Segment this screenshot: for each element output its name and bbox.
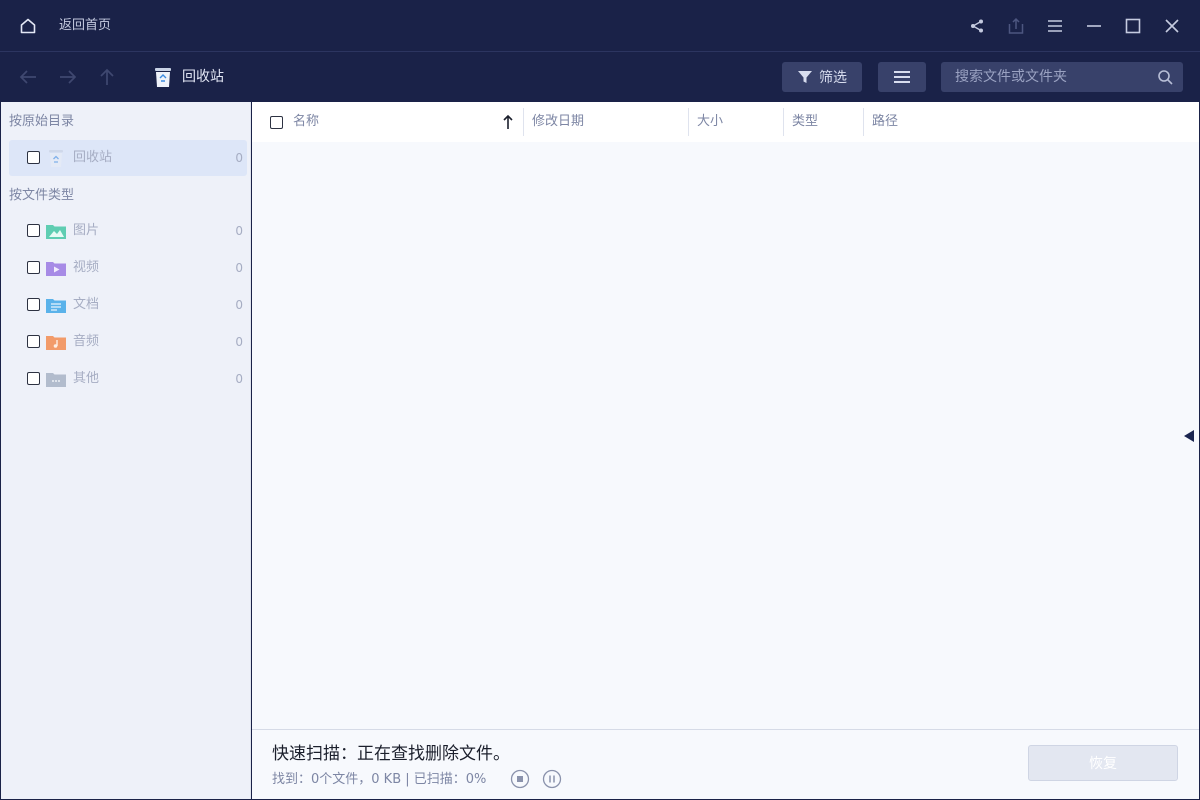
column-divider[interactable] — [783, 108, 784, 136]
checkbox[interactable] — [27, 298, 40, 311]
list-header: 名称 修改日期 大小 类型 路径 — [252, 102, 1199, 142]
document-folder-icon — [46, 295, 66, 315]
recover-button[interactable]: 恢复 — [1028, 745, 1178, 781]
list-view-icon — [893, 70, 911, 84]
navigation-bar: 回收站 筛选 — [0, 53, 1200, 102]
item-count: 0 — [235, 259, 243, 277]
item-count: 0 — [235, 149, 243, 167]
maximize-icon[interactable] — [1121, 14, 1145, 38]
export-icon[interactable] — [1004, 14, 1028, 38]
checkbox[interactable] — [27, 224, 40, 237]
sidebar-item-videos[interactable]: 视频 0 — [9, 250, 247, 286]
breadcrumb: 回收站 — [182, 68, 224, 86]
column-header-path[interactable]: 路径 — [872, 113, 898, 131]
column-header-type[interactable]: 类型 — [792, 113, 818, 131]
checkbox[interactable] — [27, 151, 40, 164]
sort-ascending-icon[interactable] — [502, 114, 514, 130]
select-all-checkbox[interactable] — [270, 116, 283, 129]
scan-status-title: 快速扫描：正在查找删除文件。 — [272, 743, 510, 765]
back-arrow-icon[interactable] — [16, 65, 40, 89]
column-divider[interactable] — [863, 108, 864, 136]
sidebar-item-others[interactable]: 其他 0 — [9, 361, 247, 397]
search-box — [941, 62, 1183, 92]
item-count: 0 — [235, 370, 243, 388]
stop-icon[interactable] — [510, 769, 530, 789]
sidebar-item-audio[interactable]: 音频 0 — [9, 324, 247, 360]
sidebar-item-label: 图片 — [73, 222, 99, 240]
sidebar-item-label: 视频 — [73, 259, 99, 277]
filter-icon — [797, 69, 813, 85]
image-folder-icon — [46, 221, 66, 241]
sidebar-item-documents[interactable]: 文档 0 — [9, 287, 247, 323]
sidebar-item-recycle-bin[interactable]: 回收站 0 — [9, 140, 247, 176]
file-list: 名称 修改日期 大小 类型 路径 — [252, 102, 1199, 729]
search-input[interactable] — [941, 62, 1151, 92]
column-header-date-modified[interactable]: 修改日期 — [532, 113, 584, 131]
sidebar-item-label: 回收站 — [73, 149, 112, 167]
checkbox[interactable] — [27, 372, 40, 385]
sidebar-item-label: 音频 — [73, 333, 99, 351]
status-bar: 快速扫描：正在查找删除文件。 找到：0个文件，0 KB | 已扫描：0% 恢复 — [252, 729, 1199, 799]
sidebar-item-label: 其他 — [73, 370, 99, 388]
sidebar-item-label: 文档 — [73, 296, 99, 314]
menu-icon[interactable] — [1043, 14, 1067, 38]
item-count: 0 — [235, 296, 243, 314]
checkbox[interactable] — [27, 335, 40, 348]
recycle-bin-icon — [153, 66, 173, 88]
checkbox[interactable] — [27, 261, 40, 274]
title-bar: 返回首页 — [0, 0, 1200, 52]
video-folder-icon — [46, 258, 66, 278]
expand-panel-arrow-icon[interactable] — [1182, 429, 1196, 443]
column-header-name[interactable]: 名称 — [293, 113, 319, 131]
close-icon[interactable] — [1160, 14, 1184, 38]
minimize-icon[interactable] — [1082, 14, 1106, 38]
home-icon[interactable] — [16, 14, 40, 38]
search-icon[interactable] — [1157, 69, 1173, 85]
filter-label: 筛选 — [819, 67, 847, 87]
item-count: 0 — [235, 333, 243, 351]
forward-arrow-icon[interactable] — [56, 65, 80, 89]
sidebar: 按原始目录 回收站 0 按文件类型 图片 0 视频 0 — [1, 102, 251, 799]
recycle-bin-icon — [46, 148, 66, 168]
sidebar-item-images[interactable]: 图片 0 — [9, 213, 247, 249]
view-menu-button[interactable] — [878, 62, 926, 92]
other-folder-icon — [46, 369, 66, 389]
filter-button[interactable]: 筛选 — [782, 62, 862, 92]
section-title-file-type: 按文件类型 — [9, 187, 74, 205]
section-title-original-directory: 按原始目录 — [9, 113, 74, 131]
audio-folder-icon — [46, 332, 66, 352]
up-arrow-icon[interactable] — [95, 65, 119, 89]
pause-icon[interactable] — [542, 769, 562, 789]
share-icon[interactable] — [965, 14, 989, 38]
back-home-link[interactable]: 返回首页 — [59, 17, 111, 35]
item-count: 0 — [235, 222, 243, 240]
column-header-size[interactable]: 大小 — [697, 113, 723, 131]
column-divider[interactable] — [688, 108, 689, 136]
scan-progress-info: 找到：0个文件，0 KB | 已扫描：0% — [272, 771, 486, 789]
column-divider[interactable] — [523, 108, 524, 136]
